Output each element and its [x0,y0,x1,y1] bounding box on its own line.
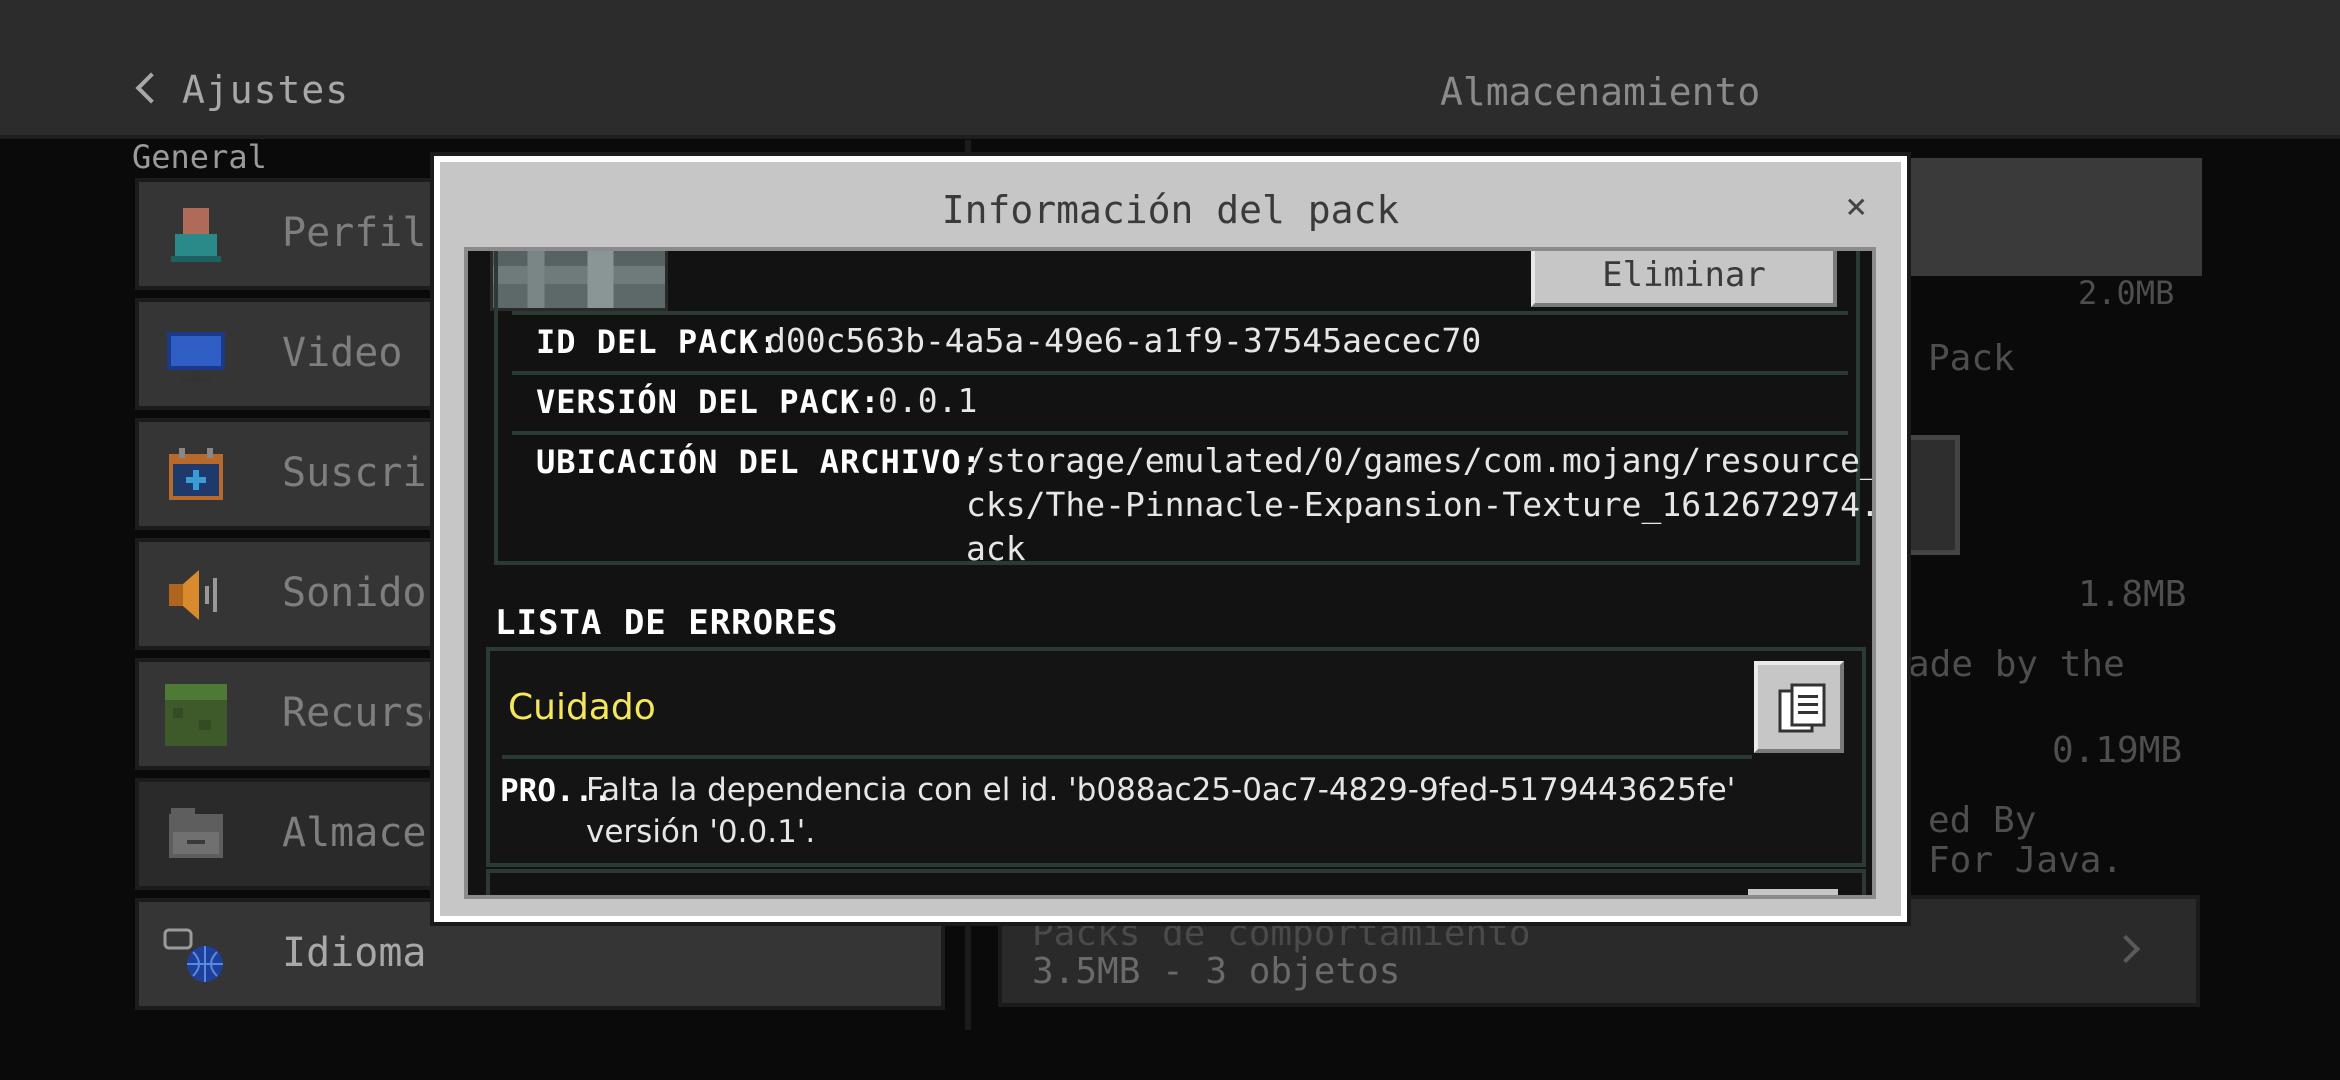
error-level: Cuidado [508,687,656,728]
storage-icon [169,808,223,858]
storage-size-top: 2.0MB [2078,274,2175,312]
clipboard-icon [1778,683,1826,733]
behavior-packs-subtitle: 3.5MB - 3 objetos [1032,951,1401,992]
monitor-icon [167,332,225,382]
dialog-title: Información del pack [941,188,1400,232]
pack-id-value: d00c563b-4a5a-49e6-a1f9-37545aecec70 [766,321,1482,360]
calendar-icon [169,448,223,500]
pack-info-box: ID DEL PACK: d00c563b-4a5a-49e6-a1f9-375… [494,251,1872,568]
sidebar-item-label: Recurso [282,690,451,736]
file-location-key: UBICACIÓN DEL ARCHIVO: [536,443,982,481]
storage-for-java: For Java. [1928,840,2124,881]
storage-size-2: 0.19MB [2052,730,2183,771]
speaker-icon [169,570,217,620]
sidebar-item-label: Idioma [282,930,427,976]
chevron-right-icon [2111,934,2141,964]
file-location-line-3: ack [966,529,1026,568]
grass-block-icon [165,684,227,746]
pack-version-key: VERSIÓN DEL PACK: [536,383,881,421]
sidebar-item-label: Almacen [282,810,451,856]
pack-version-value: 0.0.1 [878,381,978,420]
language-icon [163,928,223,982]
file-location-line-1: /storage/emulated/0/games/com.mojang/res… [966,441,1876,480]
storage-made-text: ade by the [1908,644,2125,685]
storage-top-box [1900,158,2202,276]
error-item: Cuidado PRO... Falta la dependencia con … [486,647,1866,867]
storage-toggle[interactable] [1905,435,1960,555]
back-label: Ajustes [182,68,350,112]
sidebar-item-label: Perfil [282,210,427,256]
copy-button[interactable] [1748,889,1838,895]
sidebar-item-label: Sonido [282,570,427,616]
close-button[interactable]: × [1845,186,1867,227]
divider [512,431,1848,435]
error-list-heading: LISTA DE ERRORES [495,603,839,643]
error-message: Falta la dependencia con el id. 'b088ac2… [586,772,1736,850]
chevron-left-icon [135,72,167,104]
error-item-next [486,869,1866,895]
sidebar-item-label: Video [282,330,403,376]
copy-button[interactable] [1754,661,1844,753]
file-location-line-2: cks/The-Pinnacle-Expansion-Texture_16126… [966,485,1876,524]
storage-pack-text: Pack [1928,338,2015,379]
divider [512,371,1848,375]
pack-id-key: ID DEL PACK: [536,323,780,361]
storage-ed-by: ed By [1928,800,2037,841]
back-button[interactable]: Ajustes [135,68,350,112]
sidebar-item-label: Suscrip [282,450,451,496]
sidebar-section-label: General [132,138,267,176]
profile-icon [171,208,221,262]
pack-info-dialog: Información del pack × Eliminar ID DEL P… [434,156,1907,922]
storage-size-1: 1.8MB [2078,574,2187,615]
divider [512,311,1848,315]
divider [502,755,1752,759]
screen-title: Almacenamiento [1440,70,1761,114]
top-bar: Ajustes Almacenamiento [0,0,2340,139]
dialog-scroll-content[interactable]: Eliminar ID DEL PACK: d00c563b-4a5a-49e6… [464,247,1876,899]
